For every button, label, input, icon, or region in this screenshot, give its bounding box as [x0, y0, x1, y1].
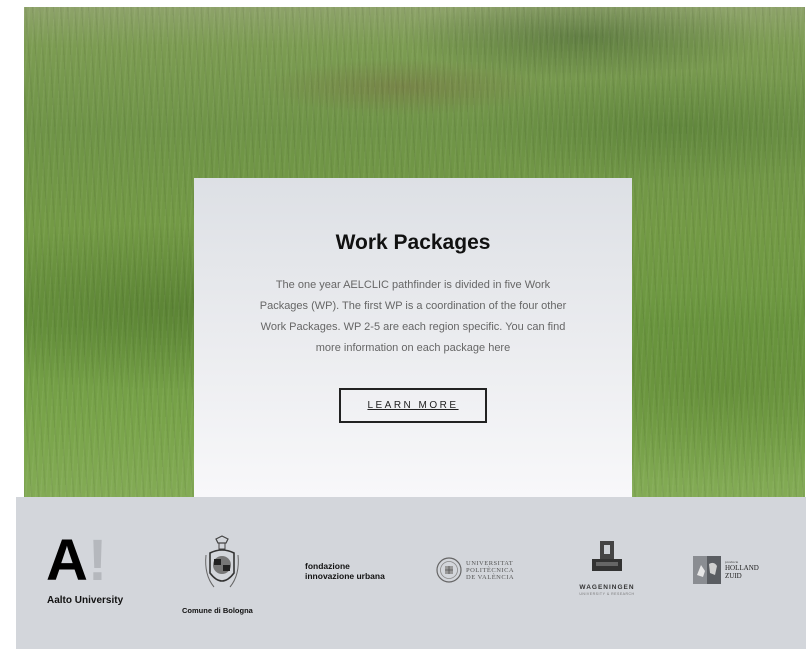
card-title: Work Packages: [335, 231, 491, 254]
work-packages-card: Work Packages The one year AELCLIC pathf…: [194, 178, 632, 498]
aalto-mark-exclamation: !: [87, 528, 108, 593]
zh-holland-label: HOLLAND: [725, 564, 759, 572]
upv-logo[interactable]: UNIVERSITAT POLITÈCNICA DE VALÈNCIA: [436, 557, 514, 583]
wageningen-logo[interactable]: WAGENINGEN UNIVERSITY & RESEARCH: [568, 539, 646, 596]
upv-seal-icon: [436, 557, 462, 583]
zuid-holland-logo[interactable]: provincie HOLLAND ZUID: [692, 555, 759, 585]
wageningen-sublabel: UNIVERSITY & RESEARCH: [579, 592, 635, 596]
fiu-label-line2: innovazione urbana: [305, 571, 385, 581]
aalto-university-logo[interactable]: A! Aalto University: [46, 528, 146, 607]
upv-label-line2: POLITÈCNICA: [466, 566, 515, 574]
wageningen-label: WAGENINGEN: [579, 584, 635, 591]
zh-zuid-label: ZUID: [725, 572, 742, 580]
card-description: The one year AELCLIC pathfinder is divid…: [259, 279, 567, 354]
bologna-label: Comune di Bologna: [182, 606, 253, 615]
bologna-crest-icon: [205, 535, 239, 588]
upv-label-line1: UNIVERSITAT: [466, 559, 514, 567]
fondazione-innovazione-urbana-logo[interactable]: fondazione innovazione urbana: [305, 561, 385, 581]
fiu-label-line1: fondazione: [305, 561, 350, 571]
wageningen-tower-icon: [592, 541, 622, 571]
partner-logos-band: A! Aalto University Comune di Bologna fo…: [16, 497, 806, 649]
comune-di-bologna-logo[interactable]: Comune di Bologna: [182, 535, 262, 615]
zuid-holland-emblem-icon: [693, 556, 721, 584]
aalto-university-label: Aalto University: [47, 595, 124, 606]
upv-label-line3: DE VALÈNCIA: [466, 573, 515, 581]
aalto-mark: A!: [46, 528, 146, 593]
learn-more-button[interactable]: LEARN MORE: [339, 388, 487, 423]
aalto-mark-a: A: [46, 528, 88, 593]
